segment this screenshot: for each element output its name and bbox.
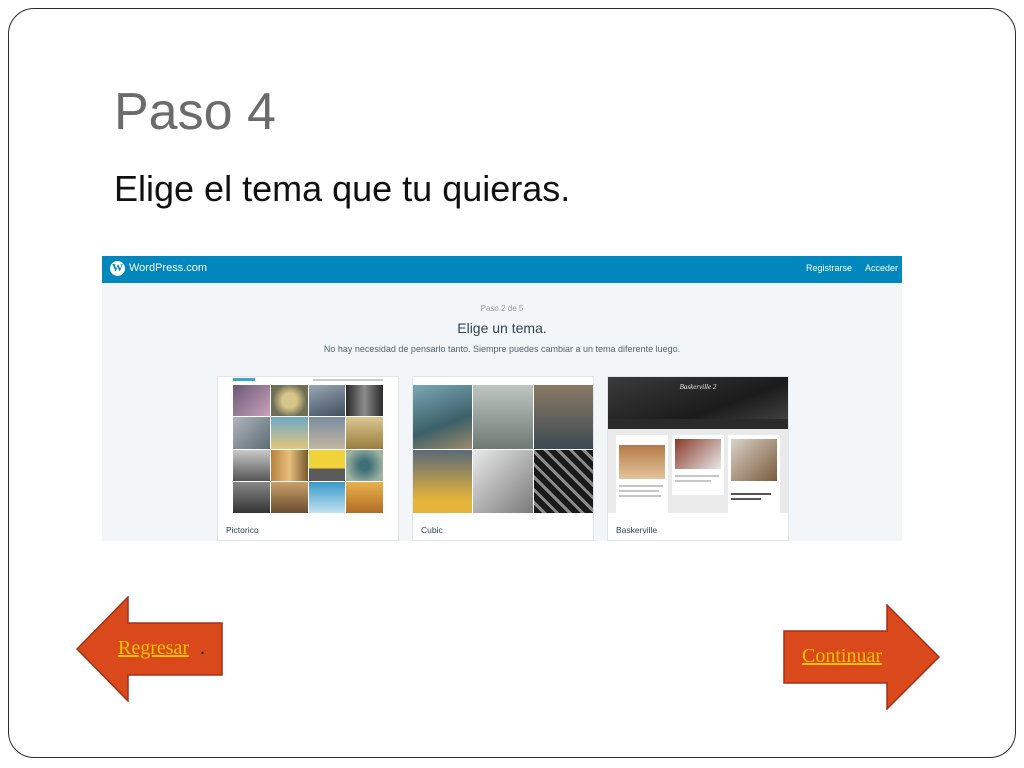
theme-name: Cubic (421, 525, 443, 535)
back-button[interactable]: Regresar (118, 637, 189, 660)
baskerville-preview-image: Baskerville 2 (608, 377, 788, 513)
continue-button[interactable]: Continuar (802, 645, 882, 668)
theme-card-pictorico[interactable]: Pictorico (217, 376, 399, 541)
login-link[interactable]: Acceder (865, 263, 898, 273)
theme-name: Pictorico (226, 525, 259, 535)
theme-description: No hay necesidad de pensarlo tanto. Siem… (323, 344, 681, 354)
wordpress-brand: WordPress.com (129, 262, 208, 274)
back-label-period: . (200, 637, 205, 659)
slide-subtitle: Elige el tema que tu quieras. (114, 168, 571, 209)
cubic-preview-image (413, 377, 593, 513)
register-link[interactable]: Registrarse (806, 263, 852, 273)
pictorico-preview-image (218, 377, 398, 513)
theme-name: Baskerville (616, 525, 658, 535)
wordpress-screenshot: W WordPress.com Registrarse Acceder Paso… (102, 256, 902, 541)
step-indicator: Paso 2 de 5 (480, 304, 524, 313)
theme-heading: Elige un tema. (457, 320, 547, 336)
wordpress-top-bar: W WordPress.com Registrarse Acceder (102, 256, 902, 283)
slide-title: Paso 4 (114, 83, 276, 141)
theme-card-cubic[interactable]: Cubic (412, 376, 594, 541)
wordpress-logo-icon: W (110, 261, 125, 276)
theme-card-baskerville[interactable]: Baskerville 2 Baskerville (607, 376, 789, 541)
